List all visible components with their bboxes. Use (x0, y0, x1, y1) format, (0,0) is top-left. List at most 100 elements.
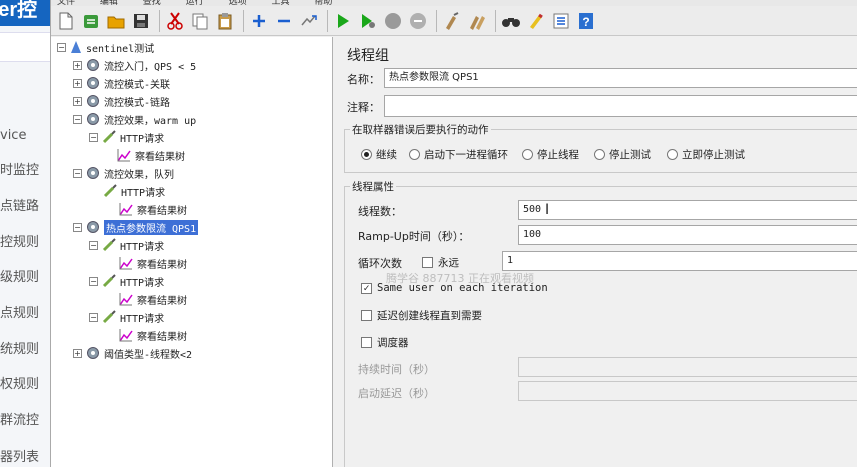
tree-node-thread-group[interactable]: − 流控效果，warm up (73, 110, 196, 128)
shutdown-icon[interactable] (407, 10, 429, 32)
tree-node-listener[interactable]: 察看结果树 (119, 200, 187, 218)
graph-icon (119, 292, 133, 306)
startup-delay-field[interactable] (518, 381, 857, 401)
expand-toggle-icon[interactable]: + (73, 60, 82, 70)
templates-icon[interactable] (80, 10, 102, 32)
startup-delay-label: 启动延迟（秒） (358, 387, 435, 400)
tree-node-http-request[interactable]: − HTTP请求 (89, 308, 164, 326)
background-app-brand: ner控 (0, 0, 50, 26)
radio-stop-thread[interactable]: 停止线程 (522, 147, 579, 162)
comment-field[interactable] (384, 95, 857, 117)
threads-field[interactable]: 500 (518, 200, 857, 220)
radio-stop-test[interactable]: 停止测试 (594, 147, 651, 162)
copy-icon[interactable] (189, 10, 211, 32)
gear-icon (86, 58, 100, 72)
collapse-toggle-icon[interactable]: − (89, 240, 98, 250)
pipette-icon (102, 310, 116, 324)
collapse-toggle-icon[interactable]: − (89, 276, 98, 286)
radio-stop-test-icon (594, 149, 605, 160)
test-plan-icon (70, 40, 82, 54)
search-icon[interactable] (500, 10, 522, 32)
background-app-item[interactable]: 控规则 (0, 234, 50, 252)
tree-node-listener[interactable]: 察看结果树 (119, 326, 187, 344)
gear-icon (86, 94, 100, 108)
help-icon[interactable]: ? (575, 10, 597, 32)
tree-node-http-request[interactable]: − HTTP请求 (89, 236, 164, 254)
toolbar-separator (327, 9, 328, 32)
tree-node-http-request[interactable]: − HTTP请求 (89, 128, 164, 146)
tree-node-thread-group[interactable]: + 流控模式-链路 (73, 92, 170, 110)
open-icon[interactable] (105, 10, 127, 32)
save-icon[interactable] (130, 10, 152, 32)
collapse-toggle-icon[interactable]: − (89, 312, 98, 322)
radio-start-next-loop[interactable]: 启动下一进程循环 (409, 147, 508, 162)
forever-checkbox-box (422, 257, 433, 268)
radio-stop-test-now[interactable]: 立即停止测试 (667, 147, 745, 162)
cut-icon[interactable] (164, 10, 186, 32)
graph-icon (119, 256, 133, 270)
background-app-item[interactable]: 点规则 (0, 305, 50, 323)
radio-continue[interactable]: 继续 (361, 147, 397, 162)
function-helper-icon[interactable] (550, 10, 572, 32)
background-app-item[interactable]: 时监控 (0, 162, 50, 180)
toggle-icon[interactable] (298, 10, 320, 32)
collapse-toggle-icon[interactable]: − (57, 42, 66, 52)
tree-node-listener[interactable]: 察看结果树 (119, 254, 187, 272)
tree-node-http-request[interactable]: − HTTP请求 (89, 272, 164, 290)
expand-toggle-icon[interactable]: + (73, 348, 82, 358)
tree-node-thread-group[interactable]: + 流控入门，QPS < 5 (73, 56, 196, 74)
forever-checkbox[interactable]: 永远 (422, 255, 459, 270)
tree-node-root[interactable]: − sentinel测试 (57, 38, 154, 56)
background-app-item[interactable]: 群流控 (0, 412, 50, 430)
duration-field[interactable] (518, 357, 857, 377)
collapse-toggle-icon[interactable]: − (73, 114, 82, 124)
background-app-item[interactable]: vice (0, 127, 50, 145)
background-app-item[interactable]: 级规则 (0, 269, 50, 287)
loop-count-field[interactable]: 1 (502, 251, 857, 271)
paste-icon[interactable] (214, 10, 236, 32)
clear-icon[interactable] (441, 10, 463, 32)
background-app-item[interactable]: 器列表 (0, 449, 50, 467)
gear-icon (86, 166, 100, 180)
start-icon[interactable] (332, 10, 354, 32)
new-icon[interactable] (55, 10, 77, 32)
start-no-pause-icon[interactable] (357, 10, 379, 32)
tree-node-thread-group-selected[interactable]: − 热点参数限流 QPS1 (73, 218, 199, 236)
pipette-icon (102, 130, 116, 144)
name-label: 名称： (347, 73, 380, 86)
collapse-toggle-icon[interactable]: − (73, 222, 82, 232)
tree-node-listener[interactable]: 察看结果树 (117, 146, 185, 164)
name-field[interactable]: 热点参数限流 QPS1 (384, 68, 857, 88)
gear-icon (86, 220, 100, 234)
scheduler-checkbox[interactable]: 调度器 (361, 335, 409, 350)
expand-toggle-icon[interactable]: + (73, 78, 82, 88)
expand-toggle-icon[interactable]: + (73, 96, 82, 106)
clear-all-icon[interactable] (466, 10, 488, 32)
tree-node-listener[interactable]: 察看结果树 (119, 290, 187, 308)
error-action-title: 在取样器错误后要执行的动作 (350, 122, 491, 137)
collapse-toggle-icon[interactable]: − (89, 132, 98, 142)
delay-thread-creation-checkbox[interactable]: 延迟创建线程直到需要 (361, 308, 482, 323)
loop-count-label: 循环次数 (358, 257, 402, 270)
collapse-toggle-icon[interactable]: − (73, 168, 82, 178)
check-icon: ✓ (361, 282, 372, 294)
duration-label: 持续时间（秒） (358, 363, 435, 376)
panel-title: 线程组 (347, 48, 389, 64)
background-app-item[interactable]: 点链路 (0, 198, 50, 216)
background-app-search[interactable] (0, 32, 50, 62)
stop-icon[interactable] (382, 10, 404, 32)
rampup-field[interactable]: 100 (518, 225, 857, 245)
gear-icon (86, 112, 100, 126)
tree-node-http-request[interactable]: HTTP请求 (103, 182, 165, 200)
same-user-checkbox[interactable]: ✓ Same user on each iteration (361, 282, 548, 294)
pipette-icon (103, 184, 117, 198)
tree-node-thread-group[interactable]: + 阈值类型-线程数<2 (73, 344, 192, 362)
radio-continue-icon (361, 149, 372, 160)
background-app-item[interactable]: 权规则 (0, 376, 50, 394)
expand-icon[interactable] (248, 10, 270, 32)
tree-node-thread-group[interactable]: + 流控模式-关联 (73, 74, 170, 92)
reset-search-icon[interactable] (525, 10, 547, 32)
collapse-icon[interactable] (273, 10, 295, 32)
background-app-item[interactable]: 统规则 (0, 341, 50, 359)
tree-node-thread-group[interactable]: − 流控效果，队列 (73, 164, 174, 182)
